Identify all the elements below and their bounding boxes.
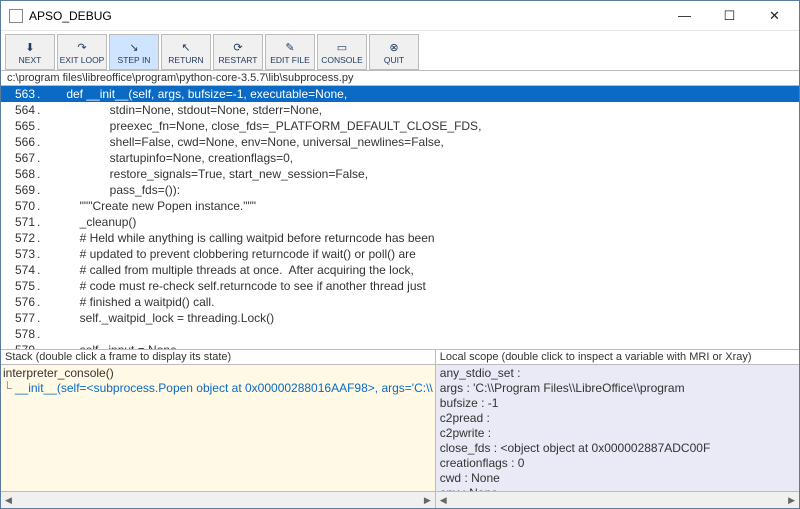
minimize-button[interactable]: — (662, 2, 707, 30)
scope-variable[interactable]: args : 'C:\\Program Files\\LibreOffice\\… (440, 381, 795, 396)
code-line[interactable]: 574. # called from multiple threads at o… (1, 262, 799, 278)
file-path: c:\program files\libreoffice\program\pyt… (1, 71, 799, 86)
next-button-icon: ⬇ (25, 39, 34, 55)
code-line[interactable]: 564. stdin=None, stdout=None, stderr=Non… (1, 102, 799, 118)
scrollbar[interactable]: ◀▶ (436, 491, 799, 508)
restart-button[interactable]: ⟳RESTART (213, 34, 263, 70)
scope-variable[interactable]: close_fds : <object object at 0x00000288… (440, 441, 795, 456)
edit-file-button[interactable]: ✎EDIT FILE (265, 34, 315, 70)
code-line[interactable]: 565. preexec_fn=None, close_fds=_PLATFOR… (1, 118, 799, 134)
stack-list[interactable]: interpreter_console() └ __init__(self=<s… (1, 365, 435, 491)
code-line[interactable]: 575. # code must re-check self.returncod… (1, 278, 799, 294)
console-button-icon: ▭ (337, 39, 347, 55)
code-line[interactable]: 569. pass_fds=()): (1, 182, 799, 198)
scope-header: Local scope (double click to inspect a v… (436, 350, 799, 365)
code-line[interactable]: 578. (1, 326, 799, 342)
scope-variable[interactable]: bufsize : -1 (440, 396, 795, 411)
scope-variable[interactable]: c2pwrite : (440, 426, 795, 441)
app-icon (9, 9, 23, 23)
toolbar: ⬇NEXT↷EXIT LOOP↘STEP IN↖RETURN⟳RESTART✎E… (1, 31, 799, 71)
return-button-icon: ↖ (181, 39, 190, 55)
quit-button[interactable]: ⊗QUIT (369, 34, 419, 70)
code-line[interactable]: 570. """Create new Popen instance.""" (1, 198, 799, 214)
scope-variable[interactable]: creationflags : 0 (440, 456, 795, 471)
code-line[interactable]: 579. self._input = None (1, 342, 799, 350)
close-button[interactable]: ✕ (752, 2, 797, 30)
code-line[interactable]: 576. # finished a waitpid() call. (1, 294, 799, 310)
step-in-button[interactable]: ↘STEP IN (109, 34, 159, 70)
stack-frame[interactable]: └ __init__(self=<subprocess.Popen object… (3, 381, 433, 396)
quit-button-icon: ⊗ (389, 39, 398, 55)
scope-variable[interactable]: cwd : None (440, 471, 795, 486)
code-line[interactable]: 577. self._waitpid_lock = threading.Lock… (1, 310, 799, 326)
code-line[interactable]: 563. def __init__(self, args, bufsize=-1… (1, 86, 799, 102)
scrollbar[interactable]: ◀▶ (1, 491, 435, 508)
code-line[interactable]: 571. _cleanup() (1, 214, 799, 230)
maximize-button[interactable]: ☐ (707, 2, 752, 30)
scope-variable[interactable]: c2pread : (440, 411, 795, 426)
stack-header: Stack (double click a frame to display i… (1, 350, 435, 365)
stack-panel: Stack (double click a frame to display i… (1, 350, 436, 508)
code-line[interactable]: 567. startupinfo=None, creationflags=0, (1, 150, 799, 166)
restart-button-icon: ⟳ (233, 39, 242, 55)
return-button[interactable]: ↖RETURN (161, 34, 211, 70)
step-in-button-icon: ↘ (129, 39, 138, 55)
scope-list[interactable]: any_stdio_set :args : 'C:\\Program Files… (436, 365, 799, 491)
titlebar: APSO_DEBUG — ☐ ✕ (1, 1, 799, 31)
window-controls: — ☐ ✕ (662, 2, 797, 30)
code-viewer[interactable]: 563. def __init__(self, args, bufsize=-1… (1, 86, 799, 350)
console-button[interactable]: ▭CONSOLE (317, 34, 367, 70)
scope-variable[interactable]: any_stdio_set : (440, 366, 795, 381)
window-title: APSO_DEBUG (29, 9, 662, 23)
exit-loop-button[interactable]: ↷EXIT LOOP (57, 34, 107, 70)
edit-file-button-icon: ✎ (285, 39, 294, 55)
scope-panel: Local scope (double click to inspect a v… (436, 350, 799, 508)
code-line[interactable]: 572. # Held while anything is calling wa… (1, 230, 799, 246)
stack-frame[interactable]: interpreter_console() (3, 366, 433, 381)
exit-loop-button-icon: ↷ (77, 39, 86, 55)
code-line[interactable]: 573. # updated to prevent clobbering ret… (1, 246, 799, 262)
code-line[interactable]: 566. shell=False, cwd=None, env=None, un… (1, 134, 799, 150)
next-button[interactable]: ⬇NEXT (5, 34, 55, 70)
bottom-panes: Stack (double click a frame to display i… (1, 350, 799, 508)
code-line[interactable]: 568. restore_signals=True, start_new_ses… (1, 166, 799, 182)
